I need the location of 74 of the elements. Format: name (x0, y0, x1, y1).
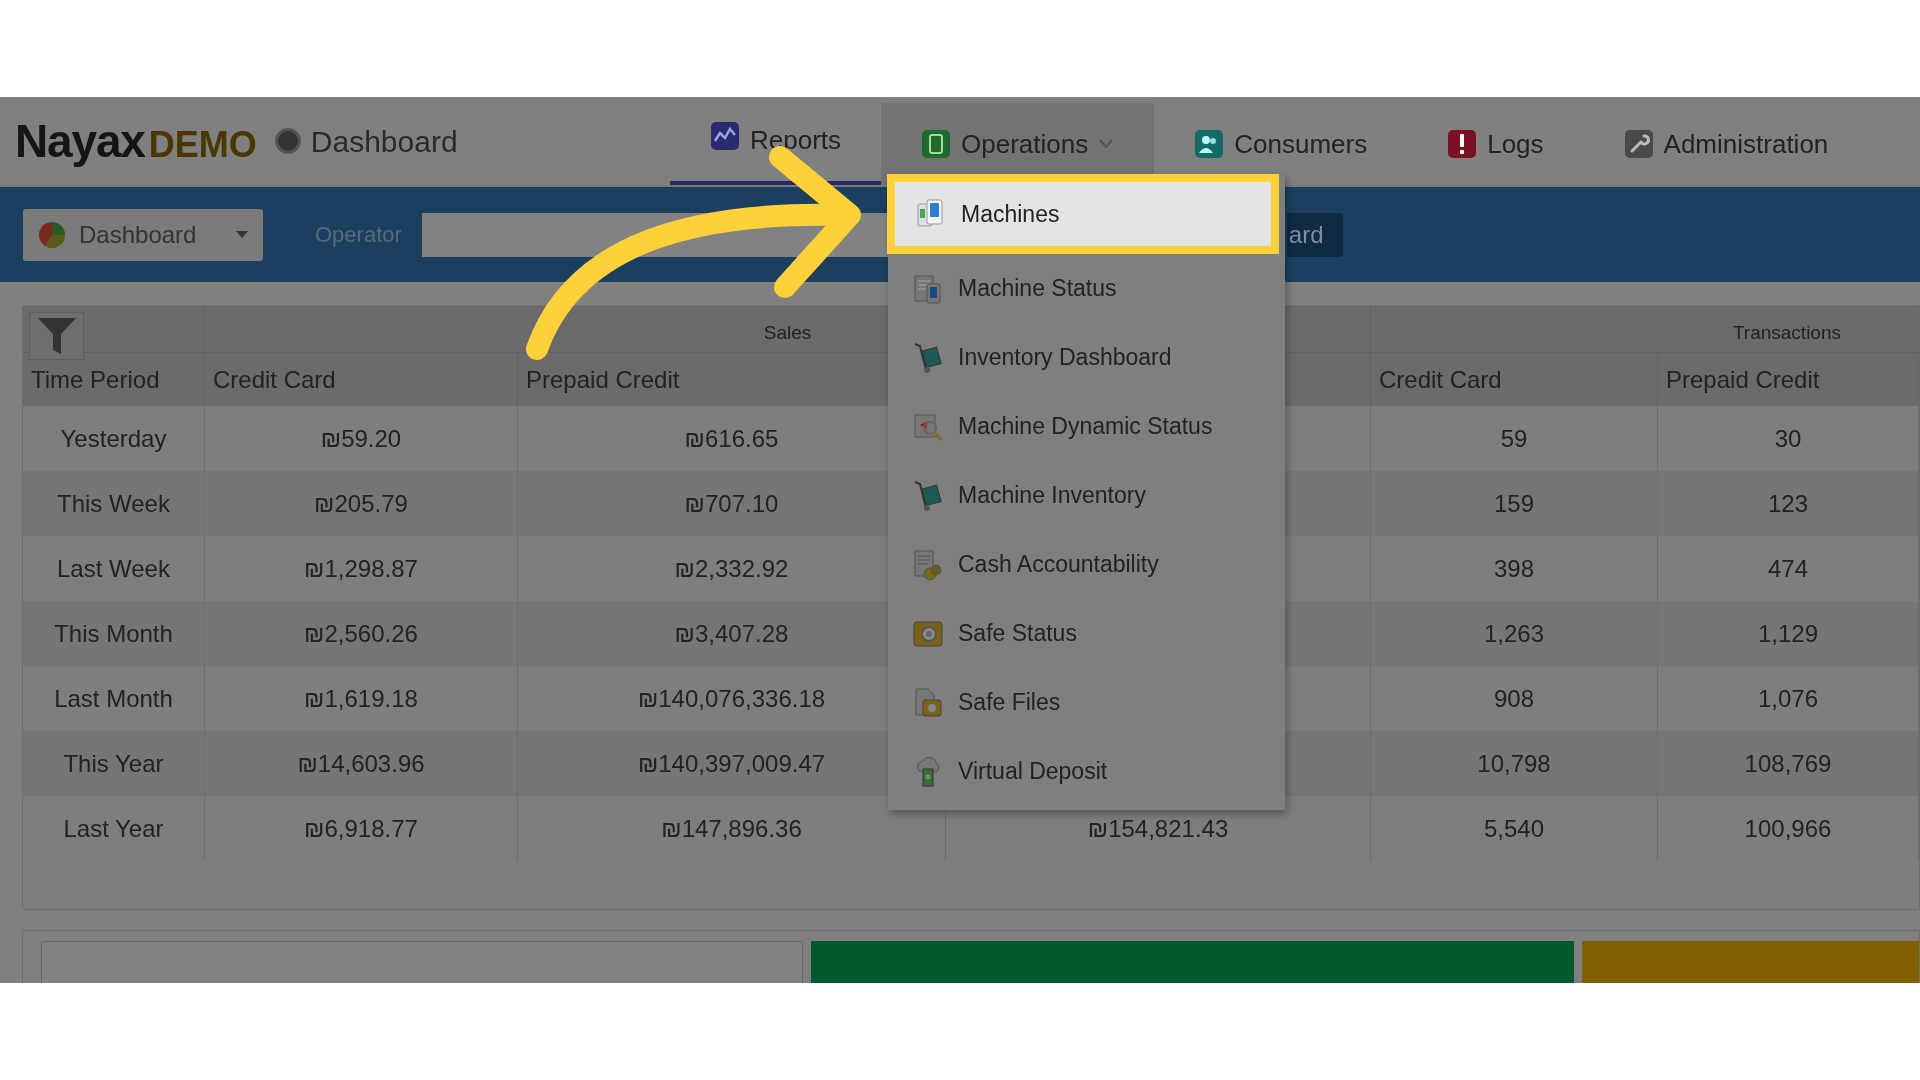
table-cell-text: ₪6,918.77 (304, 813, 418, 844)
table-cell-text: 1,129 (1757, 618, 1819, 649)
menu-item[interactable]: Safe Status (888, 599, 1285, 668)
table-cell-text: ₪1,298.87 (304, 553, 418, 584)
nav-tab[interactable]: Administration (1583, 103, 1869, 185)
page-title: Dashboard (310, 123, 458, 160)
view-dropdown[interactable]: Dashboard (23, 208, 263, 261)
table-cell-text: 474 (1767, 553, 1808, 584)
alert-icon (1447, 129, 1478, 159)
filter-icon (35, 316, 78, 356)
table-cell-text: 100,966 (1744, 813, 1832, 844)
table-cell-text: Yesterday (60, 423, 167, 454)
table-cell-text: ₪3,407.28 (674, 618, 789, 649)
table-cell-text: ₪2,560.26 (304, 618, 418, 649)
table-cell-text: 159 (1493, 488, 1534, 519)
column-header: Time Period (31, 364, 160, 395)
table-cell-text: ₪707.10 (684, 488, 779, 519)
table-cell-text: ₪616.65 (684, 423, 779, 454)
table-cell-text: This Month (54, 618, 173, 649)
filter-button[interactable] (29, 312, 84, 360)
table-cell-text: 398 (1493, 553, 1534, 584)
chart-icon (710, 121, 740, 151)
table-cell-text: 59 (1500, 423, 1528, 454)
hand-truck-icon (912, 478, 944, 513)
table-cell-text: 1,263 (1483, 618, 1545, 649)
menu-item[interactable]: Virtual Deposit (888, 737, 1285, 806)
table-cell-text: 108,769 (1744, 748, 1832, 779)
table-cell-text: This Week (57, 488, 170, 519)
menu-item[interactable]: Machine Dynamic Status (888, 392, 1285, 461)
group-header: Transactions (1732, 320, 1841, 345)
wrench-icon (1623, 129, 1654, 159)
table-cell-text: Last Year (63, 813, 164, 844)
coins-icon (912, 547, 944, 582)
menu-item[interactable]: Cash Accountability (888, 530, 1285, 599)
table-cell-text: ₪2,332.92 (674, 553, 789, 584)
table-cell-text: ₪140,397,009.47 (637, 748, 826, 779)
table-cell-text: 1,076 (1757, 683, 1819, 714)
menu-item[interactable]: Safe Files (888, 668, 1285, 737)
table-cell-text: 30 (1774, 423, 1802, 454)
operator-label: Operator (315, 221, 402, 249)
table-cell-text: 10,798 (1477, 748, 1551, 779)
nav-tab[interactable]: Logs (1407, 103, 1584, 185)
caret-icon (1098, 138, 1115, 150)
table-cell-text: This Year (63, 748, 164, 779)
table-cell-text: ₪140,076,336.18 (637, 683, 826, 714)
hand-truck-icon (912, 340, 944, 375)
menu-item[interactable]: Machine Inventory (888, 461, 1285, 530)
column-header: Credit Card (213, 364, 336, 395)
table-cell-text: Last Month (54, 683, 173, 714)
device-icon (921, 129, 952, 159)
menu-item[interactable]: Machines (887, 174, 1279, 254)
logo: NayaxDEMO (15, 113, 257, 169)
load-button[interactable]: ard (1286, 212, 1343, 257)
table-cell-text: ₪14,603.96 (297, 748, 425, 779)
caret-icon (235, 229, 249, 240)
menu-item[interactable]: Inventory Dashboard (888, 323, 1285, 392)
table-cell-text: ₪1,619.18 (304, 683, 418, 714)
table-cell-text: Last Week (57, 553, 170, 584)
dashboard-icon (274, 128, 301, 154)
table-cell-text: ₪154,821.43 (1087, 813, 1229, 844)
table-cell-text: ₪147,896.36 (661, 813, 802, 844)
table-cell-text: ₪205.79 (314, 488, 408, 519)
table-cell-text: 123 (1767, 488, 1808, 519)
column-header: Prepaid Credit (526, 364, 680, 395)
column-header: Prepaid Credit (1666, 364, 1820, 395)
table-cell-text: 5,540 (1483, 813, 1545, 844)
column-header: Credit Card (1379, 364, 1502, 395)
table-cell-text: ₪59.20 (320, 423, 402, 454)
file-safe-icon (912, 685, 944, 720)
users-icon (1194, 129, 1225, 159)
pie-chart-icon (37, 219, 67, 250)
table-cell-text: 908 (1493, 683, 1534, 714)
group-header: Sales (763, 320, 812, 345)
menu-item[interactable]: Machine Status (888, 254, 1285, 323)
